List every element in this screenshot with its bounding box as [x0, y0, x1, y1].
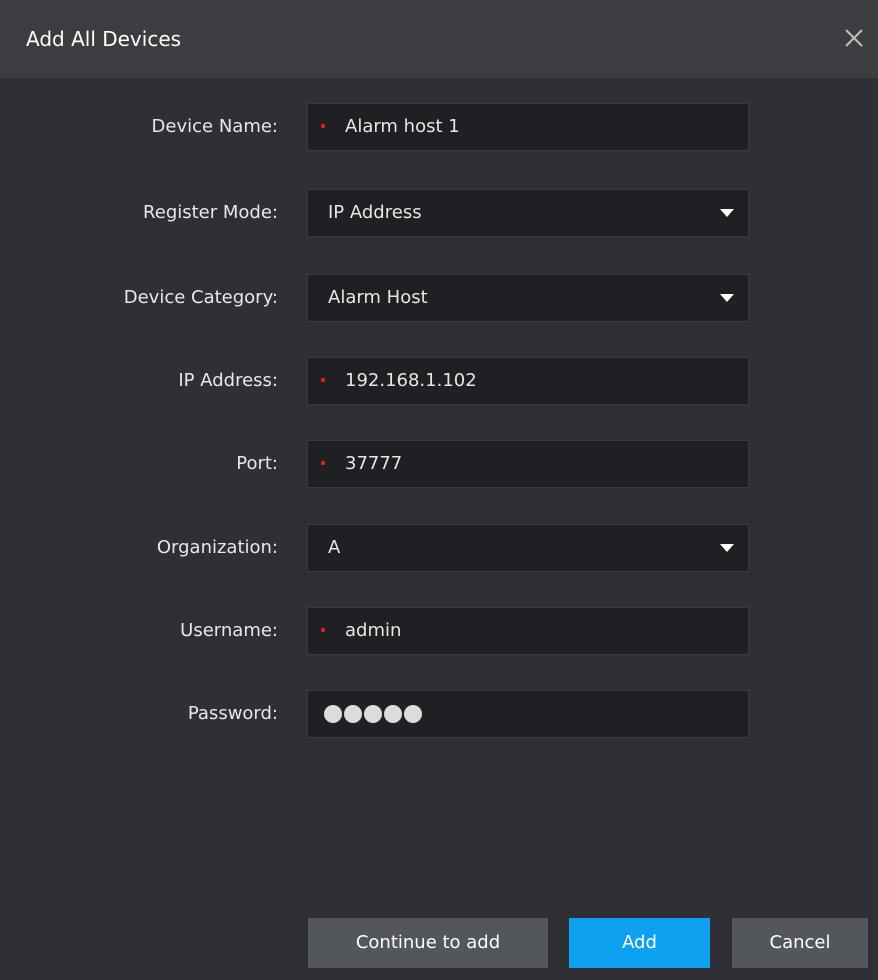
password-dot	[384, 705, 402, 723]
device-name-input[interactable]: Alarm host 1	[307, 103, 749, 151]
device-category-select[interactable]: Alarm Host	[307, 274, 749, 322]
password-dot	[364, 705, 382, 723]
port-value: 37777	[345, 453, 403, 474]
required-marker	[321, 124, 325, 128]
dialog-titlebar: Add All Devices	[0, 0, 878, 78]
register-mode-select[interactable]: IP Address	[307, 189, 749, 237]
device-category-label: Device Category:	[123, 287, 278, 308]
device-category-value: Alarm Host	[328, 287, 428, 308]
username-input[interactable]: admin	[307, 607, 749, 655]
password-input[interactable]	[307, 690, 749, 738]
password-mask	[324, 705, 422, 723]
organization-select[interactable]: A	[307, 524, 749, 572]
device-name-value: Alarm host 1	[345, 116, 460, 137]
required-marker	[321, 461, 325, 465]
register-mode-value: IP Address	[328, 202, 422, 223]
username-label: Username:	[180, 620, 278, 641]
required-marker	[321, 628, 325, 632]
password-dot	[404, 705, 422, 723]
port-input[interactable]: 37777	[307, 440, 749, 488]
close-button[interactable]	[838, 22, 870, 54]
device-name-label: Device Name:	[151, 116, 278, 137]
password-dot	[344, 705, 362, 723]
caret-down-icon	[720, 209, 734, 217]
required-marker	[321, 378, 325, 382]
dialog-title: Add All Devices	[26, 27, 182, 51]
ip-address-label: IP Address:	[178, 370, 278, 391]
ip-address-input[interactable]: 192.168.1.102	[307, 357, 749, 405]
continue-to-add-button[interactable]: Continue to add	[308, 918, 548, 968]
add-all-devices-dialog: Add All Devices Device Name: Alarm host …	[0, 0, 878, 980]
caret-down-icon	[720, 544, 734, 552]
cancel-button[interactable]: Cancel	[732, 918, 868, 968]
add-button[interactable]: Add	[569, 918, 710, 968]
caret-down-icon	[720, 294, 734, 302]
username-value: admin	[345, 620, 402, 641]
password-label: Password:	[187, 703, 278, 724]
organization-value: A	[328, 537, 341, 558]
organization-label: Organization:	[156, 537, 278, 558]
close-icon	[845, 29, 863, 47]
port-label: Port:	[236, 453, 278, 474]
password-dot	[324, 705, 342, 723]
ip-address-value: 192.168.1.102	[345, 370, 477, 391]
register-mode-label: Register Mode:	[143, 202, 278, 223]
